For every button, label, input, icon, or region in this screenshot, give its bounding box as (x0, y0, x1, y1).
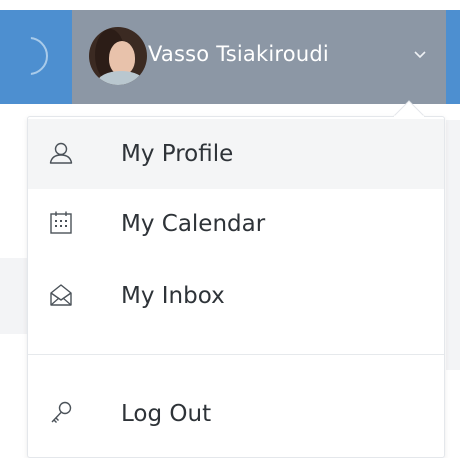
dropdown-caret (393, 100, 425, 117)
user-icon (49, 142, 73, 164)
menu-item-my-calendar[interactable]: My Calendar (28, 189, 444, 259)
header-right-area (446, 10, 460, 104)
user-avatar (89, 27, 147, 85)
menu-item-label: My Inbox (121, 283, 225, 309)
chevron-down-icon (414, 51, 426, 59)
menu-item-label: Log Out (121, 401, 212, 427)
top-header: Vasso Tsiakiroudi (0, 10, 460, 104)
menu-item-my-profile[interactable]: My Profile (28, 119, 444, 189)
menu-item-label: My Calendar (121, 211, 266, 237)
user-menu-toggle[interactable]: Vasso Tsiakiroudi (72, 10, 446, 104)
user-name: Vasso Tsiakiroudi (148, 42, 329, 66)
key-icon (51, 401, 72, 423)
menu-item-label: My Profile (121, 141, 234, 167)
menu-item-log-out[interactable]: Log Out (28, 379, 444, 449)
calendar-icon (50, 211, 72, 234)
page-background-right (446, 120, 460, 370)
envelope-open-icon (50, 284, 72, 306)
menu-divider (28, 354, 444, 355)
menu-item-my-inbox[interactable]: My Inbox (28, 261, 444, 331)
header-left-area (0, 10, 72, 104)
header-circle-button[interactable] (30, 37, 48, 75)
user-dropdown-menu: My Profile My Calendar My Inbox Log Out (27, 116, 445, 458)
